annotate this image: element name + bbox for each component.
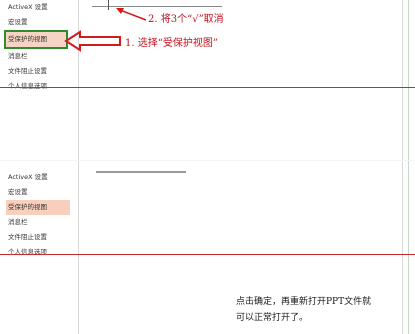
red-arrow-up-icon [116, 8, 147, 21]
red-arrow-icon [64, 30, 121, 52]
window-border [408, 0, 409, 166]
window-edge-right [402, 0, 403, 166]
sidebar-item-activex[interactable]: ActiveX 设置 [6, 0, 76, 15]
sidebar-item-activex[interactable]: ActiveX 设置 [6, 170, 76, 185]
screenshot-top: ActiveX 设置 宏设置 受保护的视图 消息栏 文件阻止设置 个人信息选项 … [0, 0, 415, 166]
sidebar-item-macro[interactable]: 宏设置 [6, 15, 76, 30]
annotation-step2: 2. 将3个“√”取消 [148, 14, 224, 25]
screenshot-bottom: ActiveX 设置 宏设置 受保护的视图 消息栏 文件阻止设置 个人信息选项 … [0, 166, 415, 334]
option-row-cropped-2 [96, 171, 186, 173]
window-edge-right-2 [402, 166, 403, 334]
sidebar-item-file-block[interactable]: 文件阻止设置 [6, 230, 76, 245]
red-guide-line-2 [0, 254, 415, 255]
sidebar-item-macro[interactable]: 宏设置 [6, 185, 76, 200]
annotation-step1: 1. 选择“受保护视图” [125, 38, 218, 49]
sidebar-item-protected-view[interactable]: 受保护的视图 [4, 30, 68, 49]
trust-center-sidebar-2: ActiveX 设置 宏设置 受保护的视图 消息栏 文件阻止设置 个人信息选项 [6, 170, 76, 260]
screenshot-gap [0, 160, 415, 161]
option-row-cropped [92, 0, 222, 7]
sidebar-separator [78, 0, 79, 166]
annotation-note-line1: 点击确定，再重新打开PPT文件就 [236, 297, 372, 307]
annotation-note-line2: 可以正常打开了。 [236, 313, 309, 323]
sidebar-item-protected-view[interactable]: 受保护的视图 [6, 200, 70, 215]
red-guide-line [0, 87, 415, 88]
sidebar-item-privacy[interactable]: 个人信息选项 [6, 245, 76, 260]
sidebar-item-message-bar[interactable]: 消息栏 [6, 215, 76, 230]
sidebar-separator-2 [78, 166, 79, 334]
sidebar-item-file-block[interactable]: 文件阻止设置 [6, 64, 76, 79]
window-border-2 [408, 166, 409, 334]
option-row-connector [108, 0, 109, 10]
